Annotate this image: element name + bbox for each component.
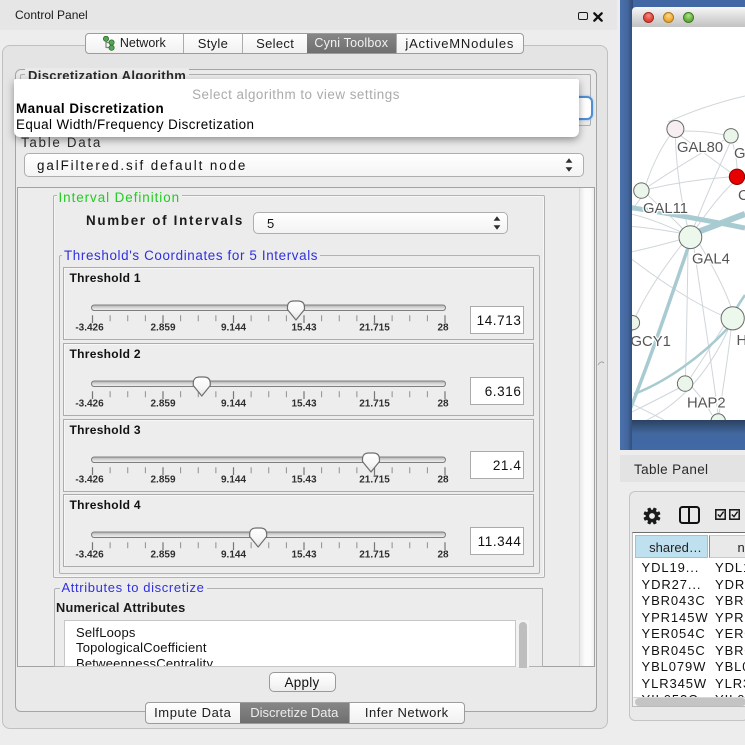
svg-text:21.715: 21.715 [359,550,390,561]
svg-text:2.859: 2.859 [150,550,175,561]
svg-text:9.144: 9.144 [220,475,245,486]
svg-text:28: 28 [437,323,449,334]
svg-text:28: 28 [437,399,449,410]
svg-text:-3.426: -3.426 [75,475,104,486]
svg-text:C: C [738,188,745,204]
svg-text:28: 28 [437,550,449,561]
svg-text:GAL80: GAL80 [677,140,723,156]
svg-text:GCY1: GCY1 [632,334,671,350]
svg-text:HAP2: HAP2 [687,396,726,412]
svg-text:2.859: 2.859 [150,475,175,486]
svg-text:9.144: 9.144 [220,323,245,334]
svg-text:15.43: 15.43 [291,550,316,561]
svg-text:-3.426: -3.426 [75,550,104,561]
svg-text:GAL11: GAL11 [643,201,688,217]
svg-text:H: H [737,333,745,349]
svg-text:9.144: 9.144 [220,550,245,561]
svg-text:15.43: 15.43 [291,475,316,486]
svg-text:15.43: 15.43 [291,323,316,334]
svg-text:15.43: 15.43 [291,399,316,410]
svg-text:2.859: 2.859 [150,399,175,410]
svg-text:2.859: 2.859 [150,323,175,334]
svg-text:-3.426: -3.426 [75,323,104,334]
svg-text:GAL4: GAL4 [692,252,730,268]
svg-text:GA: GA [734,146,745,162]
svg-text:21.715: 21.715 [359,399,390,410]
svg-text:21.715: 21.715 [359,475,390,486]
svg-text:9.144: 9.144 [220,399,245,410]
svg-text:21.715: 21.715 [359,323,390,334]
svg-text:28: 28 [437,475,449,486]
svg-text:-3.426: -3.426 [75,399,104,410]
